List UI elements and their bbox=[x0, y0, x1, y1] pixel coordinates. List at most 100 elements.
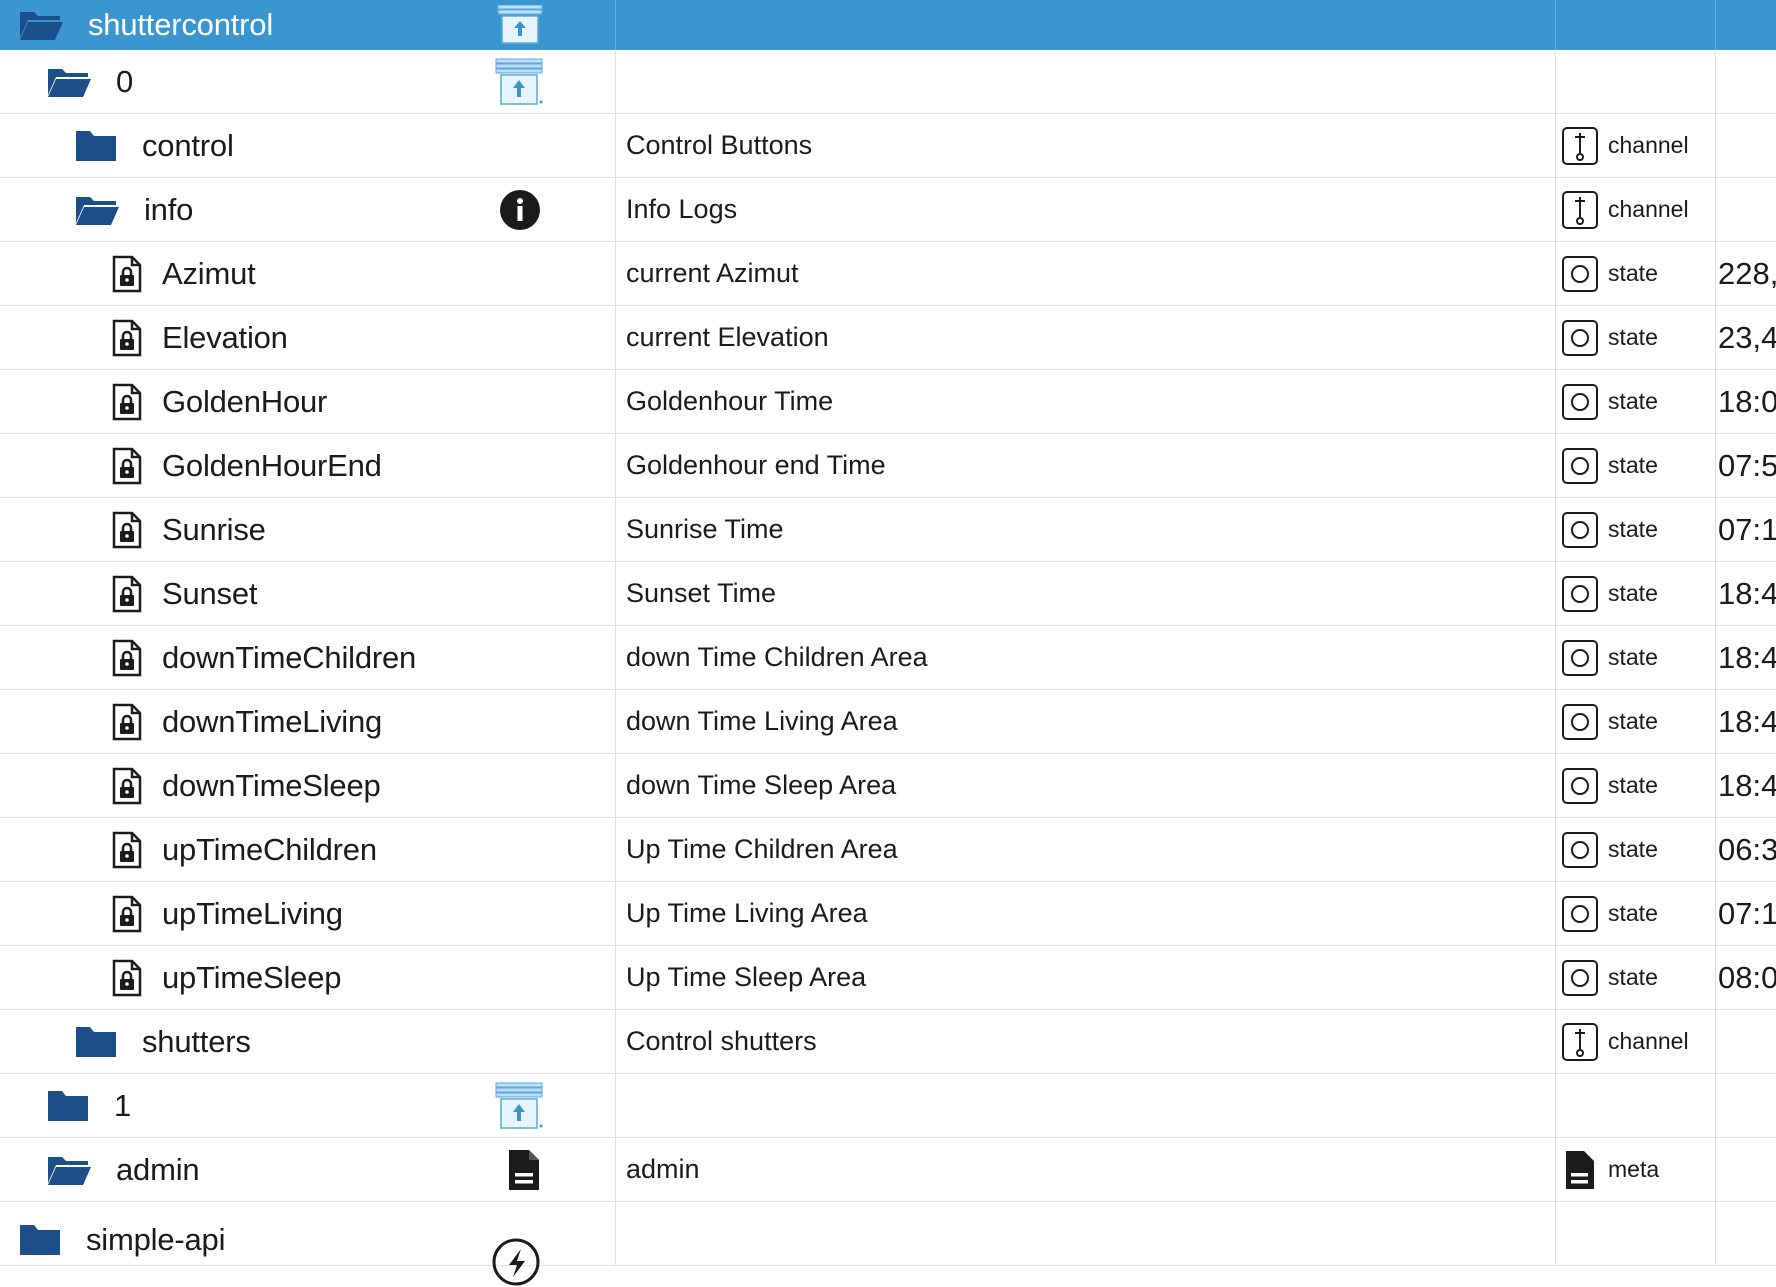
tree-row[interactable]: shutters Control shutters channel bbox=[0, 1010, 1776, 1074]
name-inner: info bbox=[74, 178, 193, 241]
folder-open-icon[interactable] bbox=[46, 1153, 92, 1187]
name-inner: upTimeLiving bbox=[112, 882, 343, 945]
value-cell: 18:4 bbox=[1716, 626, 1776, 689]
value-cell bbox=[1716, 178, 1776, 241]
name-inner: Elevation bbox=[112, 306, 288, 369]
locked-file-icon bbox=[112, 831, 142, 869]
row-name: upTimeSleep bbox=[162, 959, 342, 995]
row-name: upTimeLiving bbox=[162, 895, 343, 931]
folder-icon[interactable] bbox=[74, 1025, 118, 1059]
tree-row[interactable]: upTimeChildren Up Time Children Area state… bbox=[0, 818, 1776, 882]
lightning-icon[interactable] bbox=[491, 1237, 541, 1287]
tree-row[interactable]: GoldenHour Goldenhour Time state 18:0 bbox=[0, 370, 1776, 434]
row-value[interactable]: 06:3 bbox=[1718, 832, 1776, 868]
type-cell bbox=[1556, 0, 1716, 50]
shutter-upload-icon[interactable] bbox=[495, 1082, 543, 1130]
state-icon bbox=[1560, 510, 1600, 550]
channel-icon bbox=[1560, 1022, 1600, 1062]
value-cell: 23,4 bbox=[1716, 306, 1776, 369]
tree-row[interactable]: Sunrise Sunrise Time state 07:1 bbox=[0, 498, 1776, 562]
tree-row[interactable]: 1 bbox=[0, 1074, 1776, 1138]
tree-row[interactable]: downTimeChildren down Time Children Area s… bbox=[0, 626, 1776, 690]
tree-row[interactable]: simple-api bbox=[0, 1202, 1776, 1286]
value-cell: 07:1 bbox=[1716, 882, 1776, 945]
state-icon bbox=[1560, 702, 1600, 742]
tree-row-shuttercontrol[interactable]: shuttercontrol bbox=[0, 0, 1776, 50]
tree-row[interactable]: downTimeLiving down Time Living Area state… bbox=[0, 690, 1776, 754]
tree-row[interactable]: upTimeLiving Up Time Living Area state 07:1 bbox=[0, 882, 1776, 946]
row-value[interactable]: 18:4 bbox=[1718, 768, 1776, 804]
description-cell bbox=[616, 1074, 1556, 1137]
name-cell: control bbox=[0, 114, 616, 177]
type-cell: state bbox=[1556, 690, 1716, 753]
shutter-upload-icon[interactable] bbox=[495, 58, 543, 106]
name-inner: admin bbox=[46, 1138, 200, 1201]
type-cell: state bbox=[1556, 946, 1716, 1009]
row-description: down Time Sleep Area bbox=[626, 770, 897, 800]
type-cell: state bbox=[1556, 306, 1716, 369]
locked-file-icon bbox=[112, 383, 142, 421]
row-value[interactable]: 07:1 bbox=[1718, 896, 1776, 932]
row-value[interactable]: 18:0 bbox=[1718, 384, 1776, 420]
description-cell bbox=[616, 1202, 1556, 1265]
tree-row[interactable]: Elevation current Elevation state 23,4 bbox=[0, 306, 1776, 370]
description-cell: down Time Children Area bbox=[616, 626, 1556, 689]
row-type: state bbox=[1608, 900, 1658, 926]
row-type: state bbox=[1608, 836, 1658, 862]
type-cell: channel bbox=[1556, 114, 1716, 177]
tree-row[interactable]: upTimeSleep Up Time Sleep Area state 08:0 bbox=[0, 946, 1776, 1010]
state-icon bbox=[1560, 382, 1600, 422]
shutter-upload-icon[interactable] bbox=[497, 5, 543, 45]
row-value[interactable]: 23,4 bbox=[1718, 320, 1776, 356]
name-inner: shutters bbox=[74, 1010, 251, 1073]
row-type: state bbox=[1608, 260, 1658, 286]
row-value[interactable]: 07:1 bbox=[1718, 512, 1776, 548]
name-cell: Sunrise bbox=[0, 498, 616, 561]
tree-row[interactable]: Sunset Sunset Time state 18:4 bbox=[0, 562, 1776, 626]
folder-open-icon[interactable] bbox=[74, 193, 120, 227]
row-name: downTimeChildren bbox=[162, 639, 417, 675]
tree-row[interactable]: admin admin meta bbox=[0, 1138, 1776, 1202]
name-cell: GoldenHourEnd bbox=[0, 434, 616, 497]
name-cell: info bbox=[0, 178, 616, 241]
folder-open-icon[interactable] bbox=[46, 65, 92, 99]
row-value[interactable]: 18:4 bbox=[1718, 640, 1776, 676]
tree-row[interactable]: downTimeSleep down Time Sleep Area state 18… bbox=[0, 754, 1776, 818]
name-inner: Azimut bbox=[112, 242, 256, 305]
row-value[interactable]: 07:5 bbox=[1718, 448, 1776, 484]
name-cell: shuttercontrol bbox=[0, 0, 616, 50]
folder-icon[interactable] bbox=[46, 1089, 90, 1123]
tree-row[interactable]: 0 bbox=[0, 50, 1776, 114]
state-icon bbox=[1560, 254, 1600, 294]
tree-row[interactable]: control Control Buttons channel bbox=[0, 114, 1776, 178]
row-type: state bbox=[1608, 964, 1658, 990]
row-type: meta bbox=[1608, 1156, 1660, 1182]
folder-open-icon[interactable] bbox=[18, 8, 64, 42]
document-icon[interactable] bbox=[507, 1149, 541, 1191]
name-cell: downTimeChildren bbox=[0, 626, 616, 689]
row-value[interactable]: 18:4 bbox=[1718, 576, 1776, 612]
name-inner: 0 bbox=[46, 50, 133, 113]
row-type: state bbox=[1608, 388, 1658, 414]
value-cell: 07:1 bbox=[1716, 498, 1776, 561]
tree-row[interactable]: Azimut current Azimut state 228, bbox=[0, 242, 1776, 306]
row-value[interactable]: 08:0 bbox=[1718, 960, 1776, 996]
folder-icon[interactable] bbox=[74, 129, 118, 163]
tree-row[interactable]: info Info Logs channel bbox=[0, 178, 1776, 242]
row-value[interactable]: 18:4 bbox=[1718, 704, 1776, 740]
name-cell: admin bbox=[0, 1138, 616, 1201]
state-icon bbox=[1560, 894, 1600, 934]
row-description: Control Buttons bbox=[626, 130, 813, 160]
name-inner: 1 bbox=[46, 1074, 131, 1137]
info-icon[interactable] bbox=[499, 189, 541, 231]
state-icon bbox=[1560, 446, 1600, 486]
name-cell: simple-api bbox=[0, 1202, 616, 1286]
locked-file-icon bbox=[112, 447, 142, 485]
name-cell: 0 bbox=[0, 50, 616, 113]
value-cell: 08:0 bbox=[1716, 946, 1776, 1009]
name-cell: GoldenHour bbox=[0, 370, 616, 433]
tree-row[interactable]: GoldenHourEnd Goldenhour end Time state 07:… bbox=[0, 434, 1776, 498]
row-value[interactable]: 228, bbox=[1718, 256, 1776, 292]
value-cell: 18:4 bbox=[1716, 754, 1776, 817]
name-cell: shutters bbox=[0, 1010, 616, 1073]
